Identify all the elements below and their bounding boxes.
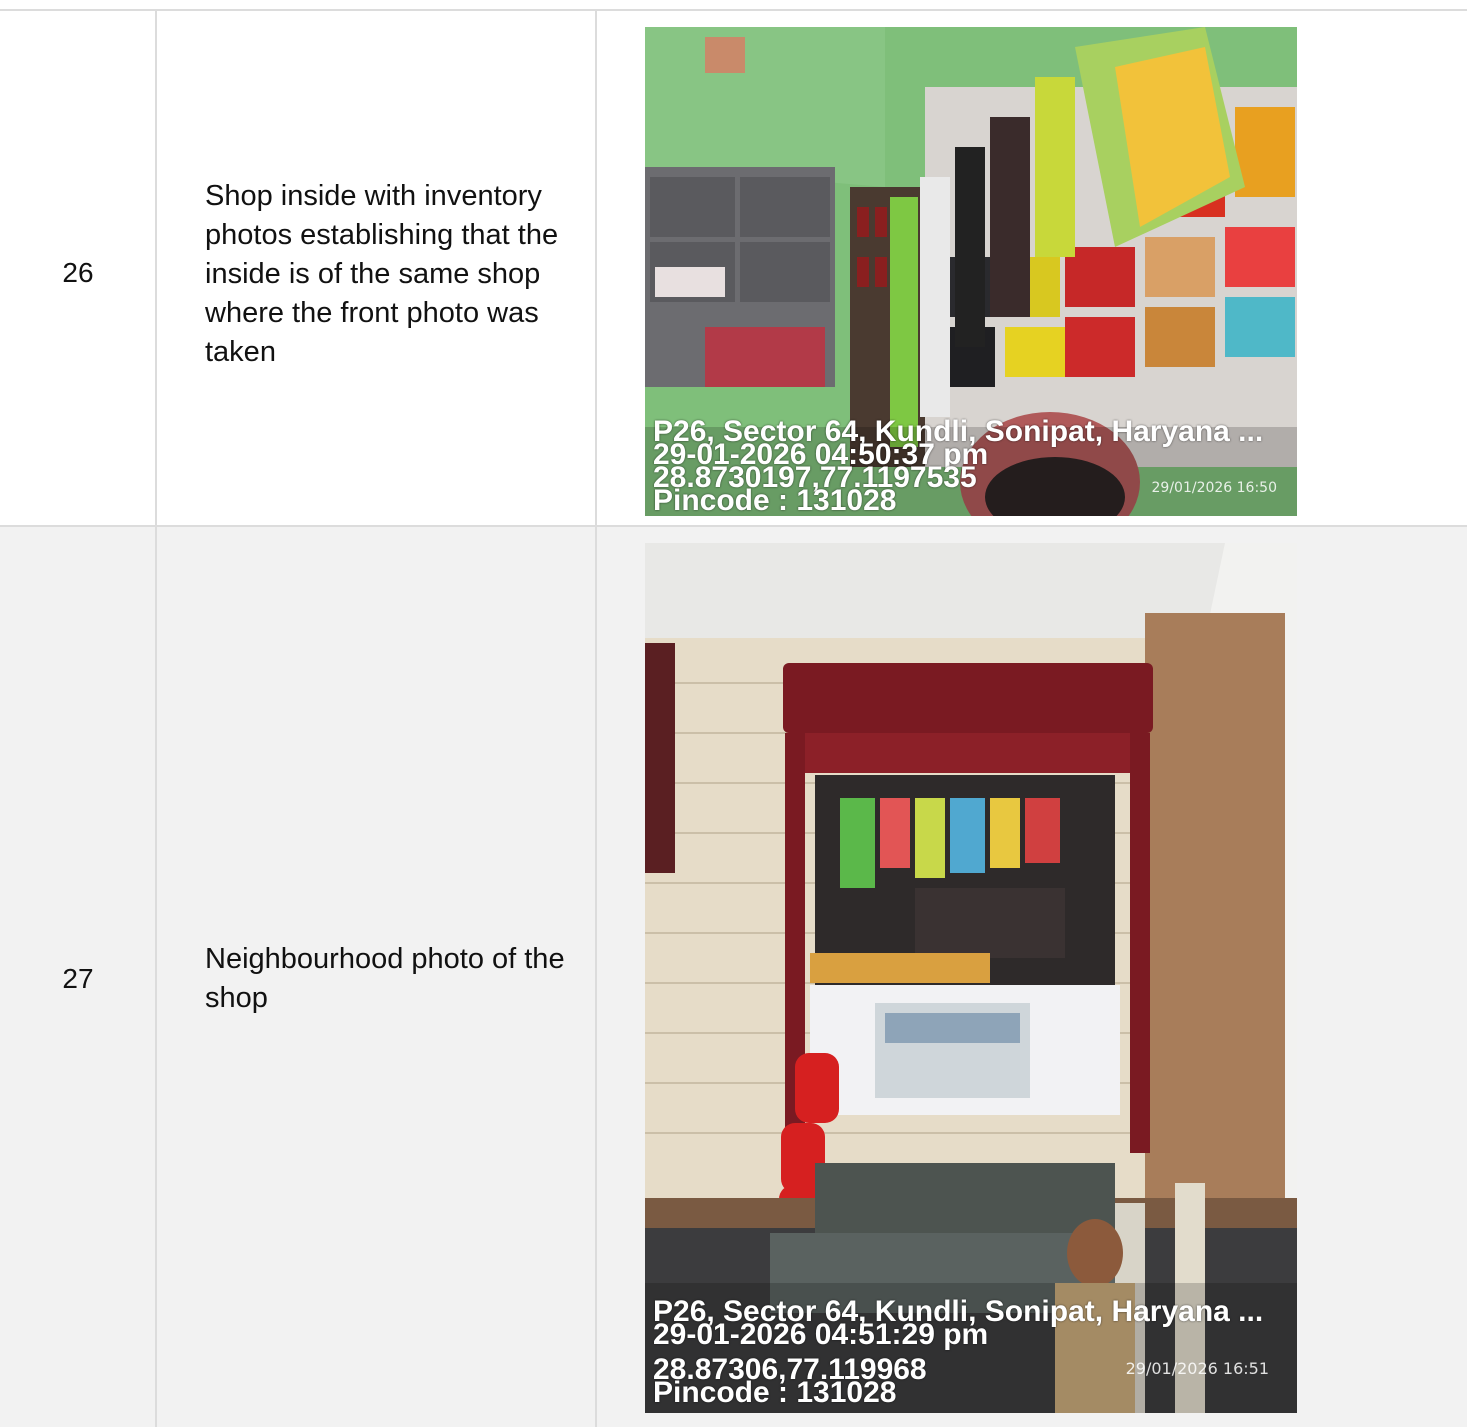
geo-stamp: P26, Sector 64, Kundli, Sonipat, Haryana… [653,417,1263,516]
geo-stamp: P26, Sector 64, Kundli, Sonipat, Haryana… [653,1297,1263,1409]
column-divider [595,527,597,1427]
camera-timestamp: 29/01/2026 16:51 [1125,1359,1269,1378]
shop-front-photo: P26, Sector 64, Kundli, Sonipat, Haryana… [645,543,1297,1413]
shop-interior-photo: P26, Sector 64, Kundli, Sonipat, Haryana… [645,27,1297,516]
camera-timestamp: 29/01/2026 16:50 [1151,480,1278,496]
column-divider [595,11,597,525]
table-row: 27 Neighbourhood photo of the shop P26, … [0,525,1467,1427]
row-description: Neighbourhood photo of the shop [205,943,565,1014]
shop-front-image [645,543,1297,1413]
stamp-pincode: Pincode : 131028 [653,1376,897,1409]
table-row: 26 Shop inside with inventory photos est… [0,9,1467,525]
row-number: 27 [62,963,94,994]
row-number: 26 [62,257,94,288]
row-description: Shop inside with inventory photos establ… [205,180,559,368]
